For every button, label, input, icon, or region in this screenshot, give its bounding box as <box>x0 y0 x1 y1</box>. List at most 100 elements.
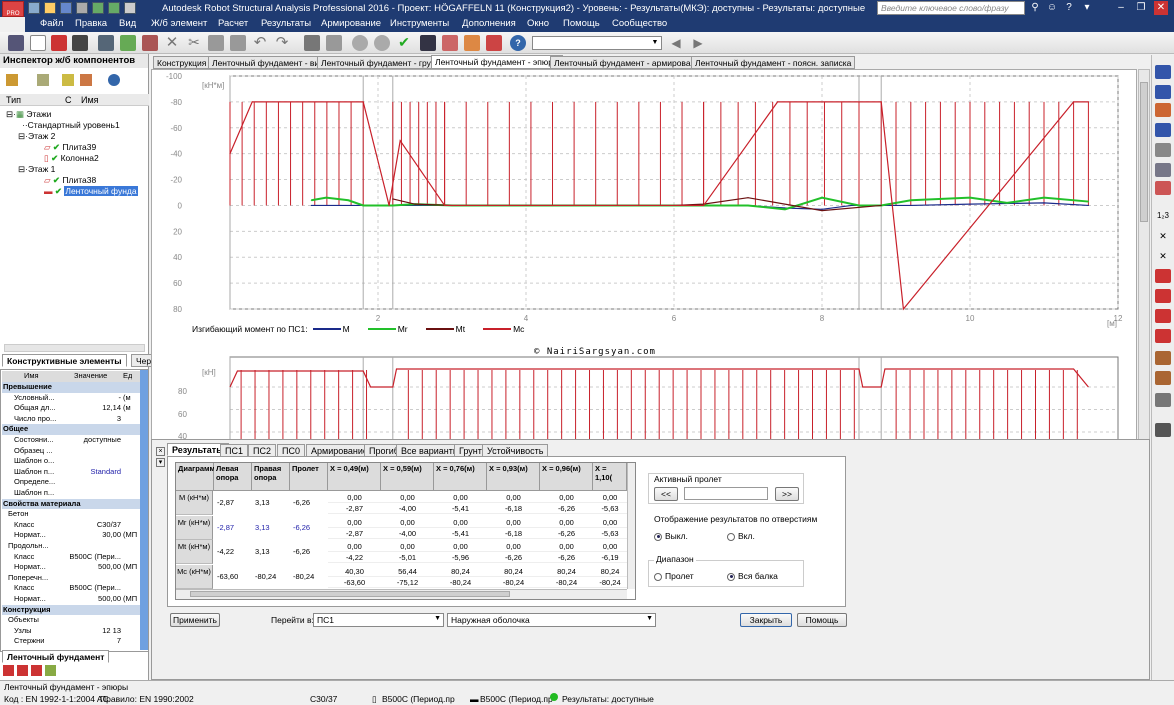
prop-group-row[interactable]: Свойства материала <box>2 498 148 510</box>
prop-group-row[interactable]: Общее <box>2 424 148 435</box>
numbering-icon[interactable]: 1₂3 <box>1155 211 1171 225</box>
prop-value[interactable]: B500C (Пери... <box>54 583 121 593</box>
menu-help[interactable]: Помощь <box>563 18 600 29</box>
view-icon-7[interactable] <box>1155 181 1171 195</box>
view-icon-4[interactable] <box>1155 123 1171 137</box>
tab-foundation-notes[interactable]: Ленточный фундамент - поясн. записка <box>691 56 856 69</box>
help-round-icon[interactable] <box>108 74 120 86</box>
reinforcement-icon[interactable] <box>464 35 480 51</box>
table-icon[interactable] <box>326 35 342 51</box>
prop-value[interactable]: - <box>54 393 122 403</box>
help-round-icon[interactable]: ? <box>510 35 526 51</box>
reinforce-icon-3[interactable] <box>1155 309 1171 323</box>
menu-file[interactable]: Файл <box>40 18 63 29</box>
bottom-icon-4[interactable] <box>45 665 56 676</box>
menu-results[interactable]: Результаты <box>261 18 311 29</box>
print-preview-icon[interactable] <box>98 35 114 51</box>
tab-structural-elements[interactable]: Конструктивные элементы <box>2 354 127 367</box>
tab-foundation-reinforcement[interactable]: Ленточный фундамент - армирование <box>550 56 709 69</box>
prop-value[interactable]: Standard <box>54 467 121 477</box>
previous-icon[interactable]: ◀ <box>668 35 684 51</box>
results-icon[interactable] <box>442 35 458 51</box>
tree-floor2[interactable]: ⊟·Этаж 2 <box>18 131 55 142</box>
apply-button[interactable]: Применить <box>170 613 220 627</box>
tree-column2[interactable]: ▯ ✔ Колонна2 <box>44 153 99 164</box>
bottom-icon-3[interactable] <box>31 665 42 676</box>
tree-std-level[interactable]: ··Стандартный уровень1 <box>22 120 120 131</box>
tab-foundation-view[interactable]: Ленточный фундамент - вид <box>208 56 329 69</box>
dialog-pin-icon[interactable]: × <box>156 447 165 456</box>
view-icon-2[interactable] <box>1155 85 1171 99</box>
filter-icon[interactable] <box>62 74 74 86</box>
save-icon[interactable] <box>51 35 67 51</box>
quick-redo-icon[interactable] <box>108 2 120 14</box>
calc-check-icon[interactable]: ✔ <box>396 35 412 51</box>
view-icon-6[interactable] <box>1155 163 1171 177</box>
bottom-icon-2[interactable] <box>17 665 28 676</box>
reinforce-icon-4[interactable] <box>1155 329 1171 343</box>
structure-icon[interactable] <box>420 35 436 51</box>
dimension-icon[interactable]: ✕ <box>1155 231 1171 245</box>
prop-value[interactable]: C30/37 <box>54 520 121 530</box>
quick-new-icon[interactable] <box>28 2 40 14</box>
quick-dropdown-icon[interactable] <box>124 2 136 14</box>
menu-edit[interactable]: Правка <box>75 18 107 29</box>
menu-window[interactable]: Окно <box>527 18 549 29</box>
quick-save-icon[interactable] <box>60 2 72 14</box>
undo-icon[interactable]: ↶ <box>252 35 268 51</box>
user-icon[interactable]: ☺ <box>1045 1 1059 15</box>
copy-icon[interactable] <box>208 35 224 51</box>
camera-icon[interactable] <box>142 35 158 51</box>
chevron-down-icon[interactable]: ▾ <box>1080 1 1094 15</box>
cut-icon[interactable]: ✂ <box>186 35 202 51</box>
prop-value[interactable]: 500,00 <box>54 562 121 572</box>
prop-value[interactable]: доступные <box>54 435 121 445</box>
dimension-icon-2[interactable]: ✕ <box>1155 251 1171 265</box>
prop-value[interactable]: 3 <box>54 414 121 424</box>
app-menu-button[interactable]: PRO <box>2 1 24 17</box>
tree-floor1[interactable]: ⊟·Этаж 1 <box>18 164 55 175</box>
tab-foundation-diagrams[interactable]: Ленточный фундамент - эпюры <box>431 55 564 69</box>
prop-value[interactable]: 12 13 <box>54 626 121 636</box>
reinforce-icon-5[interactable] <box>1155 351 1171 365</box>
menu-reinforcement[interactable]: Армирование <box>321 18 381 29</box>
menu-addons[interactable]: Дополнения <box>462 18 516 29</box>
menu-tools[interactable]: Инструменты <box>390 18 449 29</box>
view-icon-1[interactable] <box>1155 65 1171 79</box>
zoom-in-icon[interactable] <box>352 35 368 51</box>
tree-hscrollbar[interactable] <box>4 344 145 352</box>
grid-hscroll-thumb[interactable] <box>190 591 510 597</box>
close-icon[interactable]: ✕ <box>1154 1 1168 15</box>
menu-community[interactable]: Сообщество <box>612 18 667 29</box>
grid-hscrollbar[interactable] <box>176 589 627 599</box>
shell-select[interactable]: Наружная оболочка ▼ <box>447 613 656 627</box>
radio-openings-on[interactable]: Вкл. <box>727 531 755 541</box>
grid-vscrollbar[interactable] <box>627 463 635 589</box>
binoculars-icon[interactable]: ⚲ <box>1028 1 1042 15</box>
tab-foundation-soil[interactable]: Ленточный фундамент - грунт <box>317 56 444 69</box>
restore-icon[interactable]: ❐ <box>1134 1 1148 15</box>
quick-open-icon[interactable] <box>44 2 56 14</box>
selection-combo[interactable]: ▼ <box>532 36 662 50</box>
view-icon-5[interactable] <box>1155 143 1171 157</box>
dialog-collapse-icon[interactable]: ▾ <box>156 458 165 467</box>
tree-strip-foundation[interactable]: ▬ ✔ Ленточный фунда <box>44 186 138 197</box>
prop-group-row[interactable]: Бетон <box>2 509 148 520</box>
goto-select[interactable]: ПС1 ▼ <box>313 613 444 627</box>
redo-icon[interactable]: ↷ <box>274 35 290 51</box>
diagram-vscrollbar[interactable] <box>1138 69 1150 461</box>
new-file-icon[interactable] <box>30 35 46 51</box>
prop-group-row[interactable]: Конструкция <box>2 604 148 616</box>
menu-rc-element[interactable]: Ж/б элемент <box>151 18 207 29</box>
property-scrollbar[interactable] <box>140 370 148 650</box>
tab-strip-foundation[interactable]: Ленточный фундамент <box>2 650 110 663</box>
zoom-window-icon[interactable] <box>374 35 390 51</box>
delete-icon[interactable]: ✕ <box>164 35 180 51</box>
tab-structure[interactable]: Конструкция <box>153 56 211 69</box>
display-icon[interactable] <box>304 35 320 51</box>
quick-undo-icon[interactable] <box>92 2 104 14</box>
tree-slab39[interactable]: ▱ ✔ Плита39 <box>44 142 96 153</box>
scroll-thumb[interactable] <box>1140 82 1148 222</box>
next-icon[interactable]: ▶ <box>690 35 706 51</box>
quick-print-icon[interactable] <box>76 2 88 14</box>
